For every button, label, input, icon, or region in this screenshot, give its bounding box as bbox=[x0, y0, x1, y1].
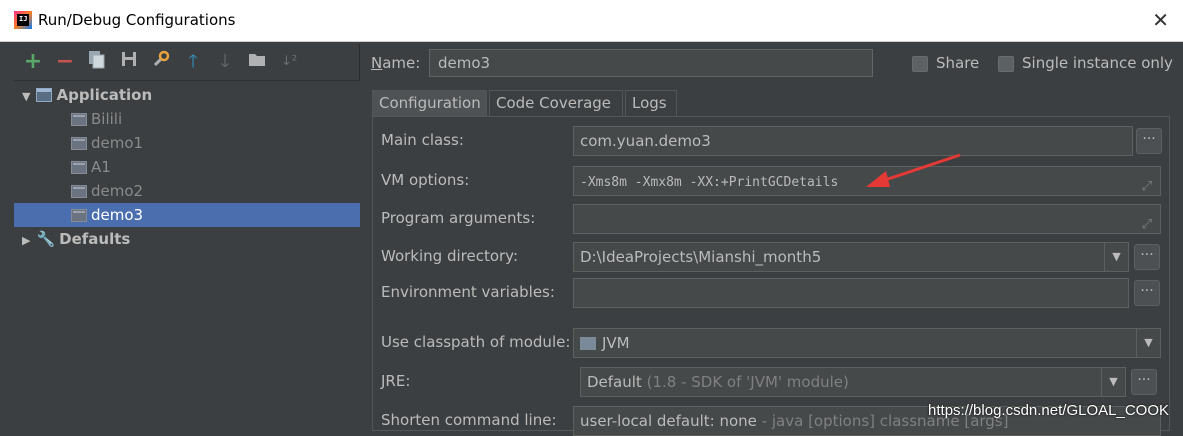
copy-icon[interactable] bbox=[86, 50, 108, 74]
tree-node-defaults[interactable]: ▶ 🔧 Defaults bbox=[14, 227, 360, 251]
expand-arrow-icon[interactable]: ▶ bbox=[22, 234, 30, 247]
classpath-module-value: JVM bbox=[602, 334, 630, 352]
move-down-icon[interactable]: 🡓 bbox=[214, 50, 236, 74]
window-title: Run/Debug Configurations bbox=[38, 11, 236, 29]
wrench-icon[interactable] bbox=[150, 50, 172, 74]
single-instance-label: Single instance only bbox=[1022, 54, 1173, 72]
move-up-icon[interactable]: 🡑 bbox=[182, 50, 204, 74]
configurations-panel: + − 🡑 🡓 ↓² ▼ Application Bilili demo1 A1 bbox=[14, 44, 360, 431]
run-config-icon bbox=[71, 113, 87, 126]
shorten-command-line-label: Shorten command line: bbox=[381, 411, 557, 429]
share-label: Share bbox=[936, 54, 980, 72]
tree-item-demo1[interactable]: demo1 bbox=[14, 131, 360, 155]
chevron-down-icon[interactable]: ▼ bbox=[1136, 329, 1160, 357]
tree-item-demo3[interactable]: demo3 bbox=[14, 203, 360, 227]
jre-value: Default bbox=[587, 373, 642, 391]
single-instance-checkbox[interactable] bbox=[998, 56, 1014, 72]
save-icon[interactable] bbox=[118, 50, 140, 74]
working-directory-input[interactable]: D:\IdeaProjects\Mianshi_month5 ▼ bbox=[573, 242, 1129, 272]
name-label: Name: bbox=[371, 54, 421, 72]
edit-environment-variables-button[interactable]: ··· bbox=[1134, 280, 1160, 306]
red-arrow-annotation bbox=[866, 153, 961, 187]
run-config-icon bbox=[71, 209, 87, 222]
tab-logs[interactable]: Logs bbox=[625, 90, 677, 116]
application-icon bbox=[36, 88, 53, 102]
title-bar: IJ Run/Debug Configurations ✕ bbox=[0, 0, 1183, 42]
run-config-icon bbox=[71, 185, 87, 198]
classpath-module-select[interactable]: JVM ▼ bbox=[573, 328, 1161, 358]
tab-configuration[interactable]: Configuration bbox=[372, 90, 487, 116]
share-checkbox[interactable] bbox=[912, 56, 928, 72]
tree-item-label: demo3 bbox=[91, 206, 144, 224]
tab-code-coverage[interactable]: Code Coverage bbox=[489, 90, 623, 116]
sort-icon[interactable]: ↓² bbox=[278, 50, 300, 74]
config-editor: Name: demo3 Share Single instance only C… bbox=[362, 44, 1183, 436]
intellij-logo-icon: IJ bbox=[14, 11, 32, 29]
tree-item-label: Bilili bbox=[91, 110, 123, 128]
tree-item-bilili[interactable]: Bilili bbox=[14, 107, 360, 131]
expand-icon[interactable]: ⤢ bbox=[1142, 211, 1152, 233]
run-config-icon bbox=[71, 137, 87, 150]
environment-variables-label: Environment variables: bbox=[381, 283, 555, 301]
module-folder-icon bbox=[580, 337, 596, 350]
config-tree: ▼ Application Bilili demo1 A1 demo2 demo3… bbox=[14, 80, 360, 431]
chevron-down-icon[interactable]: ▼ bbox=[1101, 368, 1125, 396]
collapse-arrow-icon[interactable]: ▼ bbox=[22, 90, 30, 103]
tree-node-application[interactable]: ▼ Application bbox=[14, 83, 360, 107]
watermark-text: https://blog.csdn.net/GLOAL_COOK bbox=[928, 402, 1169, 419]
jre-label: JRE: bbox=[381, 372, 411, 390]
tree-item-a1[interactable]: A1 bbox=[14, 155, 360, 179]
vm-options-label: VM options: bbox=[381, 171, 470, 189]
tree-item-demo2[interactable]: demo2 bbox=[14, 179, 360, 203]
working-directory-value: D:\IdeaProjects\Mianshi_month5 bbox=[580, 248, 822, 266]
config-toolbar: + − 🡑 🡓 ↓² bbox=[14, 50, 360, 78]
folder-icon[interactable] bbox=[246, 50, 268, 74]
jre-hint: (1.8 - SDK of 'JVM' module) bbox=[646, 373, 849, 391]
browse-main-class-button[interactable]: ··· bbox=[1136, 128, 1162, 154]
tree-item-label: demo2 bbox=[91, 182, 144, 200]
main-class-label: Main class: bbox=[381, 131, 464, 149]
configuration-tab-content: Main class: com.yuan.demo3 ··· VM option… bbox=[372, 116, 1170, 436]
tree-node-label: Defaults bbox=[59, 230, 131, 248]
expand-icon[interactable]: ⤢ bbox=[1142, 173, 1152, 195]
browse-working-directory-button[interactable]: ··· bbox=[1134, 244, 1160, 270]
jre-select[interactable]: Default (1.8 - SDK of 'JVM' module) ▼ bbox=[580, 367, 1126, 397]
program-arguments-label: Program arguments: bbox=[381, 209, 536, 227]
classpath-module-label: Use classpath of module: bbox=[381, 333, 571, 351]
program-arguments-input[interactable]: ⤢ bbox=[573, 204, 1161, 234]
run-config-icon bbox=[71, 161, 87, 174]
remove-icon[interactable]: − bbox=[54, 50, 76, 74]
add-icon[interactable]: + bbox=[22, 50, 44, 74]
defaults-wrench-icon: 🔧 bbox=[36, 230, 56, 248]
shorten-value: user-local default: none bbox=[580, 412, 757, 430]
tree-item-label: demo1 bbox=[91, 134, 144, 152]
browse-jre-button[interactable]: ··· bbox=[1131, 369, 1157, 395]
tree-item-label: A1 bbox=[91, 158, 111, 176]
tree-node-label: Application bbox=[56, 86, 153, 104]
main-class-input[interactable]: com.yuan.demo3 bbox=[573, 126, 1133, 156]
working-directory-label: Working directory: bbox=[381, 247, 519, 265]
environment-variables-input[interactable] bbox=[573, 278, 1129, 308]
name-input[interactable]: demo3 bbox=[429, 49, 873, 77]
vm-options-value: -Xms8m -Xmx8m -XX:+PrintGCDetails bbox=[580, 175, 839, 190]
close-icon[interactable]: ✕ bbox=[1152, 8, 1169, 32]
chevron-down-icon[interactable]: ▼ bbox=[1104, 243, 1128, 271]
